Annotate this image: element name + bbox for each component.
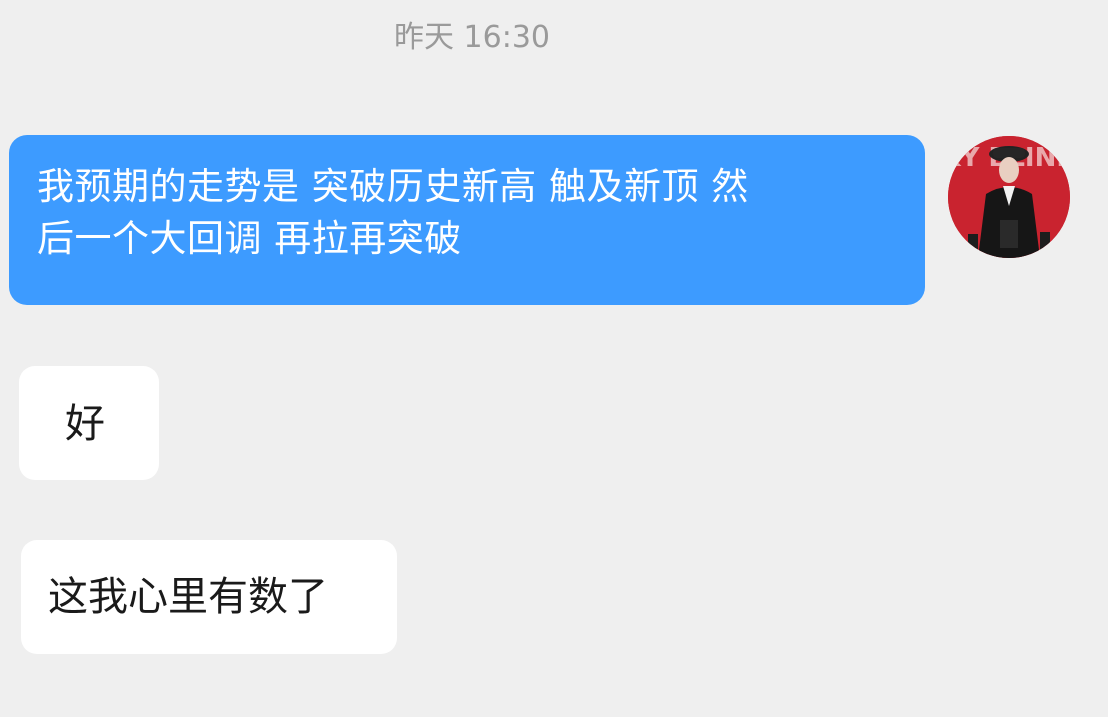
incoming-message-bubble[interactable]: 好: [19, 366, 159, 480]
avatar-image: PEAKY BLINDERS: [948, 136, 1070, 258]
outgoing-message-bubble[interactable]: 我预期的走势是 突破历史新高 触及新顶 然 后一个大回调 再拉再突破: [9, 135, 925, 305]
message-timestamp: 昨天 16:30: [394, 20, 550, 55]
message-text: 好: [65, 401, 105, 447]
user-avatar[interactable]: PEAKY BLINDERS: [948, 136, 1070, 258]
message-text: 这我心里有数了: [48, 574, 328, 620]
message-text-line: 我预期的走势是 突破历史新高 触及新顶 然: [37, 165, 749, 208]
message-text-line: 后一个大回调 再拉再突破: [37, 217, 462, 260]
incoming-message-bubble[interactable]: 这我心里有数了: [21, 540, 397, 654]
